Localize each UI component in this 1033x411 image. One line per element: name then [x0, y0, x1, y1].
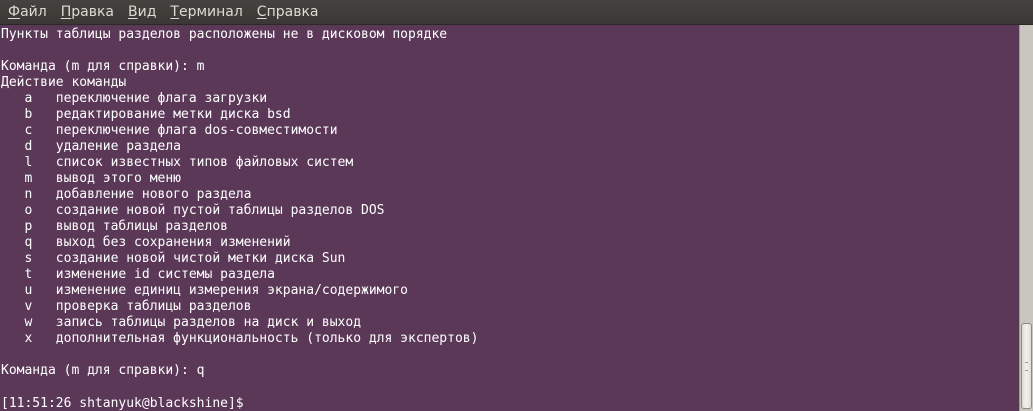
terminal-line: d удаление раздела [1, 139, 182, 154]
terminal-line: Пункты таблицы разделов расположены не в… [1, 27, 448, 42]
menu-edit-label: равка [71, 3, 114, 20]
menu-view[interactable]: Вид [121, 0, 163, 25]
terminal-line: Команда (m для справки): q [1, 363, 205, 378]
terminal-prompt-line[interactable]: [11:51:26 shtanyuk@blackshine]$ [0, 395, 1019, 411]
terminal-line: m вывод этого меню [1, 171, 182, 186]
terminal-line: q выход без сохранения изменений [1, 235, 291, 250]
menu-file-label: айл [20, 3, 47, 20]
menu-file-mnemonic: Ф [8, 3, 21, 20]
terminal-line: u изменение единиц измерения экрана/соде… [1, 283, 408, 298]
grip-icon [1025, 362, 1028, 371]
terminal-line: n добавление нового раздела [1, 187, 252, 202]
terminal-line: o создание новой пустой таблицы разделов… [1, 203, 385, 218]
menu-bar: Файл Правка Вид Терминал Справка [0, 0, 1033, 25]
terminal-output[interactable]: Пункты таблицы разделов расположены не в… [0, 25, 1019, 411]
menu-view-label: ид [137, 3, 157, 20]
menu-help[interactable]: Справка [250, 0, 326, 25]
terminal-line: c переключение флага dos-совместимости [1, 123, 338, 138]
terminal-line: w запись таблицы разделов на диск и выхо… [1, 315, 362, 330]
menu-file[interactable]: Файл [1, 0, 54, 25]
terminal-line: p вывод таблицы разделов [1, 219, 228, 234]
terminal-line: l список известных типов файловых систем [1, 155, 354, 170]
menu-help-label: правка [266, 3, 319, 20]
menu-edit[interactable]: Правка [54, 0, 121, 25]
shell-prompt: [11:51:26 shtanyuk@blackshine]$ [1, 396, 244, 411]
terminal-line: a переключение флага загрузки [1, 91, 268, 106]
terminal-line: Действие команды [1, 75, 127, 90]
terminal-line: v проверка таблицы разделов [1, 299, 252, 314]
terminal-line: x дополнительная функциональность (тольк… [1, 331, 479, 346]
terminal-line: s создание новой чистой метки диска Sun [1, 251, 346, 266]
menu-edit-mnemonic: П [60, 3, 72, 20]
menu-view-mnemonic: В [128, 3, 138, 20]
terminal-line: Команда (m для справки): m [1, 59, 205, 74]
menu-terminal-label: ерминал [178, 3, 243, 20]
scrollbar-thumb[interactable] [1021, 323, 1032, 409]
menu-terminal-mnemonic: Т [170, 3, 179, 20]
terminal-window: Файл Правка Вид Терминал Справка Пункты … [0, 0, 1033, 411]
menu-help-mnemonic: С [256, 3, 267, 20]
text-cursor [244, 395, 252, 409]
terminal-line: b редактирование метки диска bsd [1, 107, 291, 122]
terminal-line: t изменение id системы раздела [1, 267, 275, 282]
menu-terminal[interactable]: Терминал [163, 0, 249, 25]
vertical-scrollbar[interactable] [1019, 25, 1033, 411]
